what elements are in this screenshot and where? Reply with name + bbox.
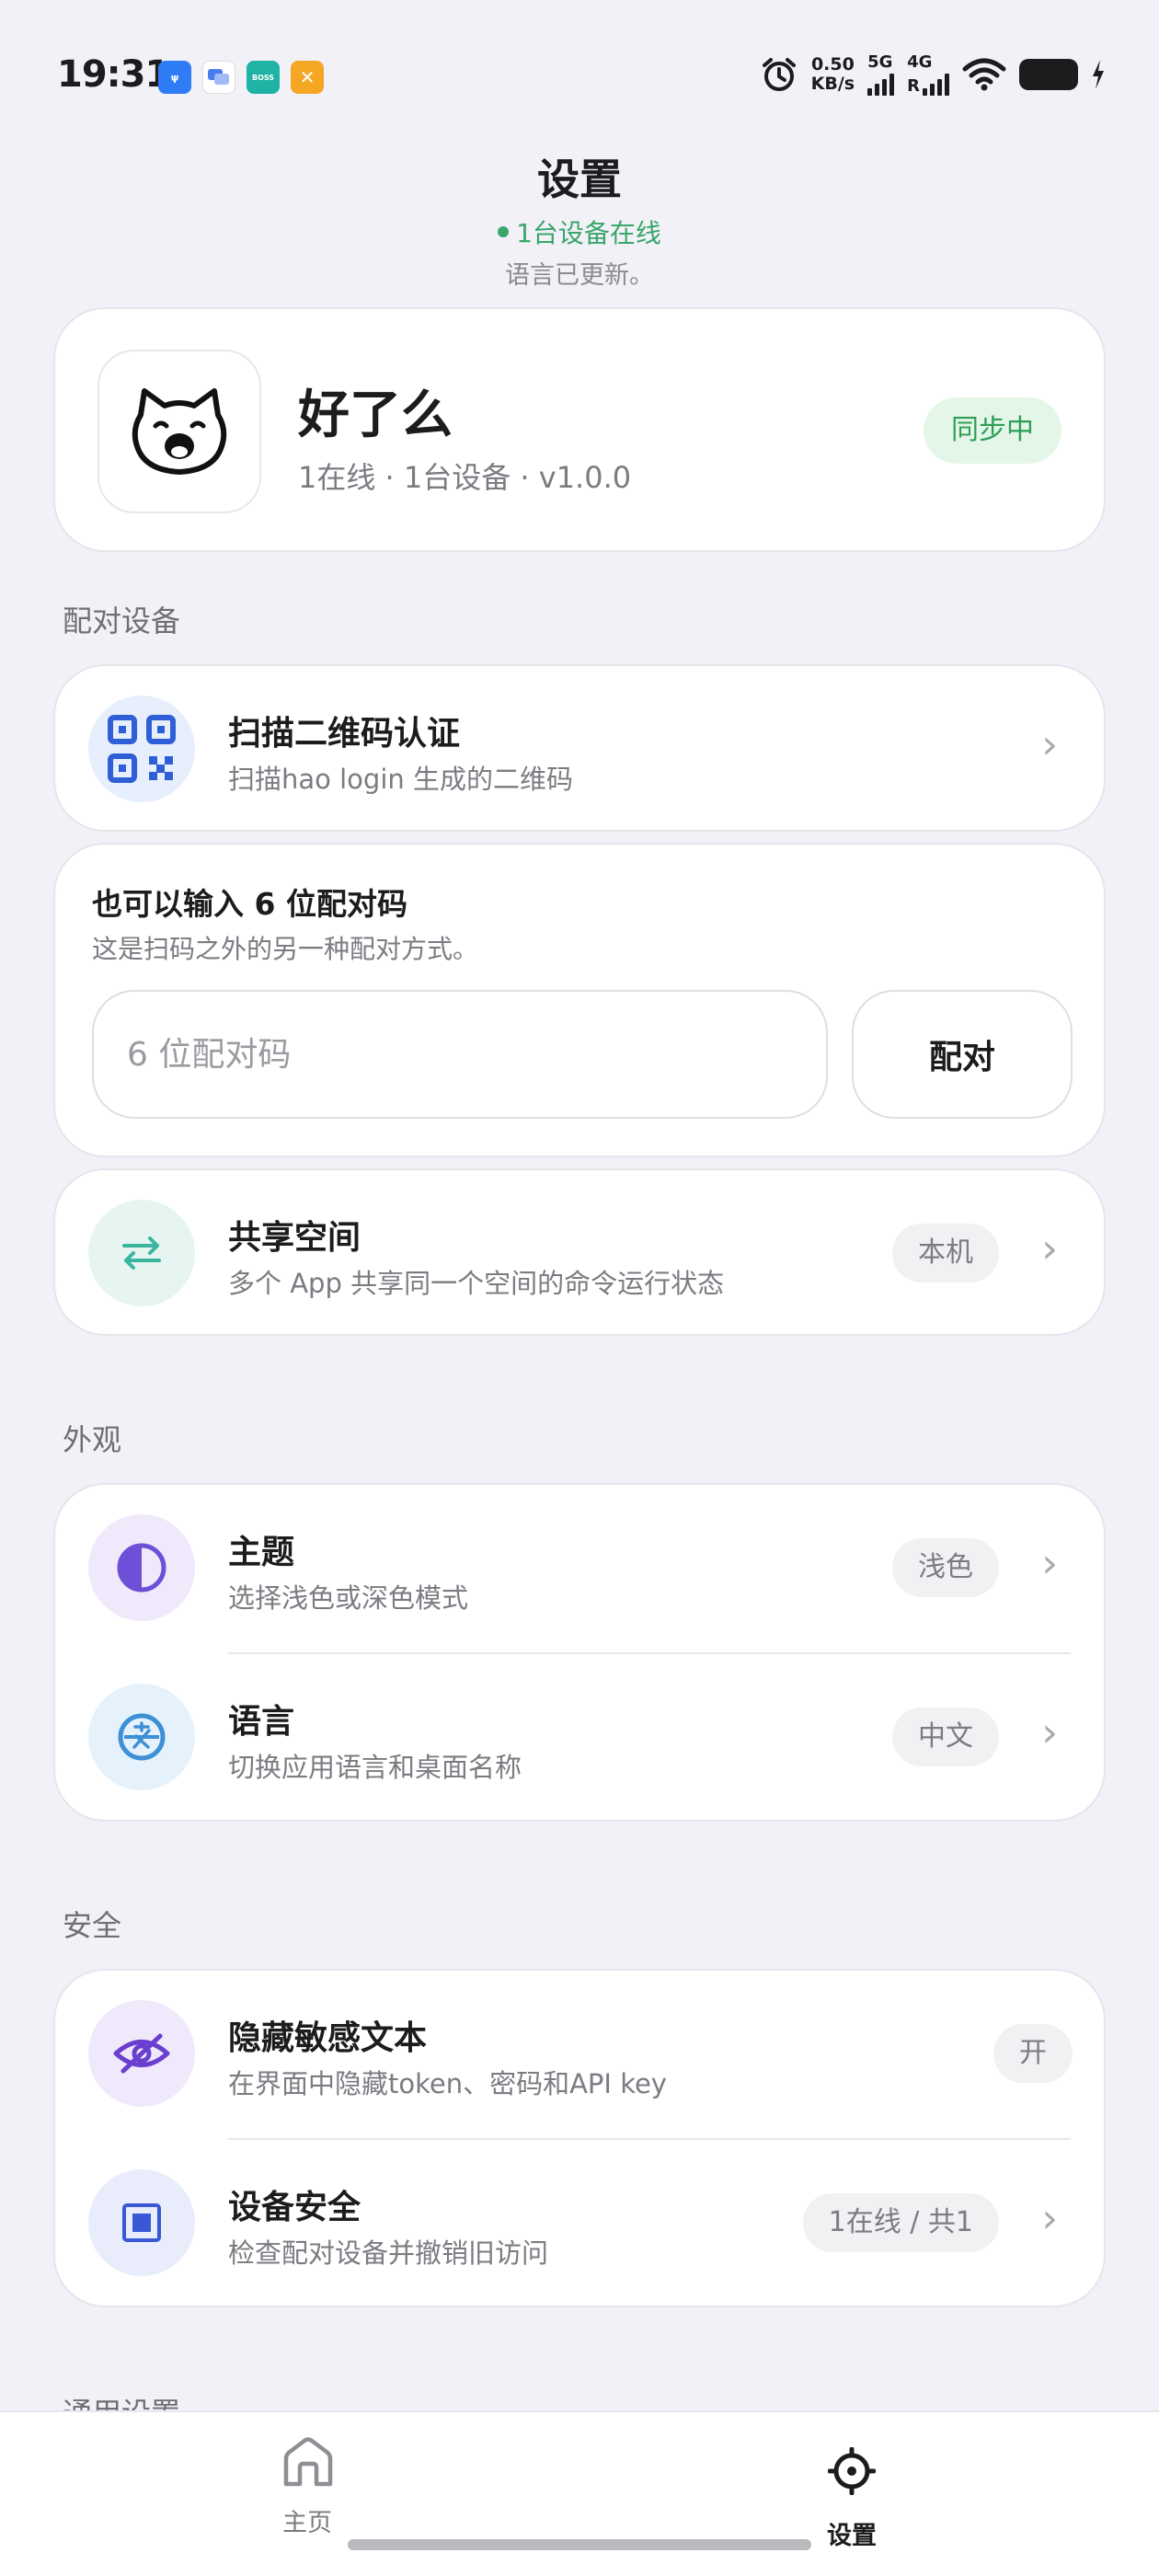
pair-code-input[interactable] <box>92 990 828 1119</box>
wifi-icon <box>962 58 1006 91</box>
online-status-text: 1台设备在线 <box>516 218 661 248</box>
shared-space-row[interactable]: 共享空间 多个 App 共享同一个空间的命令运行状态 本机 › <box>53 1168 1106 1336</box>
chevron-right-icon: › <box>1041 2195 1058 2242</box>
sim2-signal: 4G R <box>907 53 949 96</box>
signal-icon <box>923 72 949 96</box>
pair-code-subtitle: 这是扫码之外的另一种配对方式。 <box>92 934 479 964</box>
scan-qr-subtitle: 扫描hao login 生成的二维码 <box>228 764 573 795</box>
qr-code-icon <box>88 696 195 802</box>
scan-qr-row[interactable]: 扫描二维码认证 扫描hao login 生成的二维码 › <box>53 664 1106 832</box>
home-icon <box>283 2437 333 2487</box>
status-bar: 19:31 ψ BOSS ✕ 0.50 KB/s 5G 4G R <box>0 0 1159 138</box>
hide-sensitive-title: 隐藏敏感文本 <box>228 2019 428 2057</box>
pair-code-title: 也可以输入 6 位配对码 <box>92 886 407 922</box>
settings-gear-icon <box>828 2447 876 2495</box>
section-title-appearance: 外观 <box>63 1422 122 1457</box>
theme-title: 主题 <box>228 1534 295 1571</box>
tools-app-icon: ✕ <box>291 61 324 94</box>
device-security-icon <box>88 2169 195 2276</box>
alarm-icon <box>762 58 796 91</box>
cat-avatar-icon <box>98 350 261 513</box>
theme-subtitle: 选择浅色或深色模式 <box>228 1582 469 1614</box>
bottom-navigation: 主页 设置 <box>0 2410 1159 2576</box>
net-speed-unit: KB/s <box>810 74 855 94</box>
shared-space-value: 本机 <box>892 1224 999 1282</box>
language-title: 语言 <box>228 1703 295 1741</box>
net-speed: 0.50 KB/s <box>811 55 855 94</box>
app-meta: 1在线 · 1台设备 · v1.0.0 <box>298 460 632 495</box>
swap-arrows-icon <box>88 1200 195 1306</box>
signal-icon <box>867 72 895 96</box>
section-title-security: 安全 <box>63 1908 122 1943</box>
device-security-title: 设备安全 <box>228 2189 361 2226</box>
battery-icon <box>1019 59 1078 90</box>
hide-sensitive-subtitle: 在界面中隐藏token、密码和API key <box>228 2068 667 2099</box>
theme-contrast-icon <box>88 1514 195 1621</box>
language-icon <box>88 1684 195 1790</box>
page-title: 设置 <box>537 155 622 204</box>
chevron-right-icon: › <box>1041 1709 1058 1756</box>
hide-sensitive-row[interactable]: 隐藏敏感文本 在界面中隐藏token、密码和API key 开 <box>55 1971 1104 2140</box>
online-dot-icon <box>498 226 510 237</box>
device-security-value: 1在线 / 共1 <box>802 2193 999 2252</box>
eye-off-icon <box>88 2000 195 2107</box>
theme-value: 浅色 <box>892 1538 999 1597</box>
chat-icon <box>202 61 235 94</box>
nav-home[interactable]: 主页 <box>169 2412 445 2559</box>
device-security-subtitle: 检查配对设备并撤销旧访问 <box>228 2237 549 2269</box>
boss-app-icon: BOSS <box>247 61 280 94</box>
chevron-right-icon: › <box>1041 721 1058 768</box>
notification-icons: ψ BOSS ✕ <box>158 61 324 94</box>
device-security-row[interactable]: 设备安全 检查配对设备并撤销旧访问 1在线 / 共1 › <box>55 2140 1104 2309</box>
nav-home-label: 主页 <box>282 2509 332 2537</box>
chevron-right-icon: › <box>1041 1540 1058 1587</box>
sim1-signal: 5G <box>867 52 895 96</box>
sim1-type: 5G <box>867 52 893 72</box>
shared-space-subtitle: 多个 App 共享同一个空间的命令运行状态 <box>228 1268 725 1299</box>
pair-button[interactable]: 配对 <box>852 990 1073 1119</box>
net-speed-value: 0.50 <box>810 54 855 75</box>
pair-code-card: 也可以输入 6 位配对码 这是扫码之外的另一种配对方式。 配对 <box>53 843 1106 1157</box>
roaming-indicator: R <box>907 76 920 96</box>
charging-icon <box>1093 60 1104 89</box>
language-row[interactable]: 语言 切换应用语言和桌面名称 中文 › <box>55 1654 1104 1823</box>
page-header: 设置 1台设备在线 语言已更新。 <box>0 147 1159 294</box>
status-indicators: 0.50 KB/s 5G 4G R <box>760 53 1106 96</box>
usb-icon: ψ <box>158 61 191 94</box>
language-subtitle: 切换应用语言和桌面名称 <box>228 1752 522 1783</box>
section-title-pairing: 配对设备 <box>63 604 181 638</box>
theme-row[interactable]: 主题 选择浅色或深色模式 浅色 › <box>55 1485 1104 1654</box>
sync-status-badge: 同步中 <box>924 397 1061 464</box>
home-indicator[interactable] <box>348 2539 811 2550</box>
status-time: 19:31 <box>57 53 170 96</box>
nav-settings[interactable]: 设置 <box>714 2412 990 2559</box>
hide-sensitive-toggle[interactable]: 开 <box>993 2024 1073 2083</box>
chevron-right-icon: › <box>1041 1225 1058 1272</box>
security-card: 隐藏敏感文本 在界面中隐藏token、密码和API key 开 设备安全 检查配… <box>53 1969 1106 2307</box>
appearance-card: 主题 选择浅色或深色模式 浅色 › 语言 切换应用语言和桌面名称 中文 › <box>53 1483 1106 1822</box>
language-value: 中文 <box>892 1708 999 1766</box>
app-name: 好了么 <box>298 385 453 445</box>
language-updated-notice: 语言已更新。 <box>505 261 654 290</box>
online-status: 1台设备在线 <box>0 215 1159 252</box>
sim2-type: 4G <box>907 52 933 72</box>
scan-qr-title: 扫描二维码认证 <box>228 715 461 753</box>
profile-card: 好了么 1在线 · 1台设备 · v1.0.0 同步中 <box>53 307 1106 552</box>
shared-space-title: 共享空间 <box>228 1219 361 1257</box>
